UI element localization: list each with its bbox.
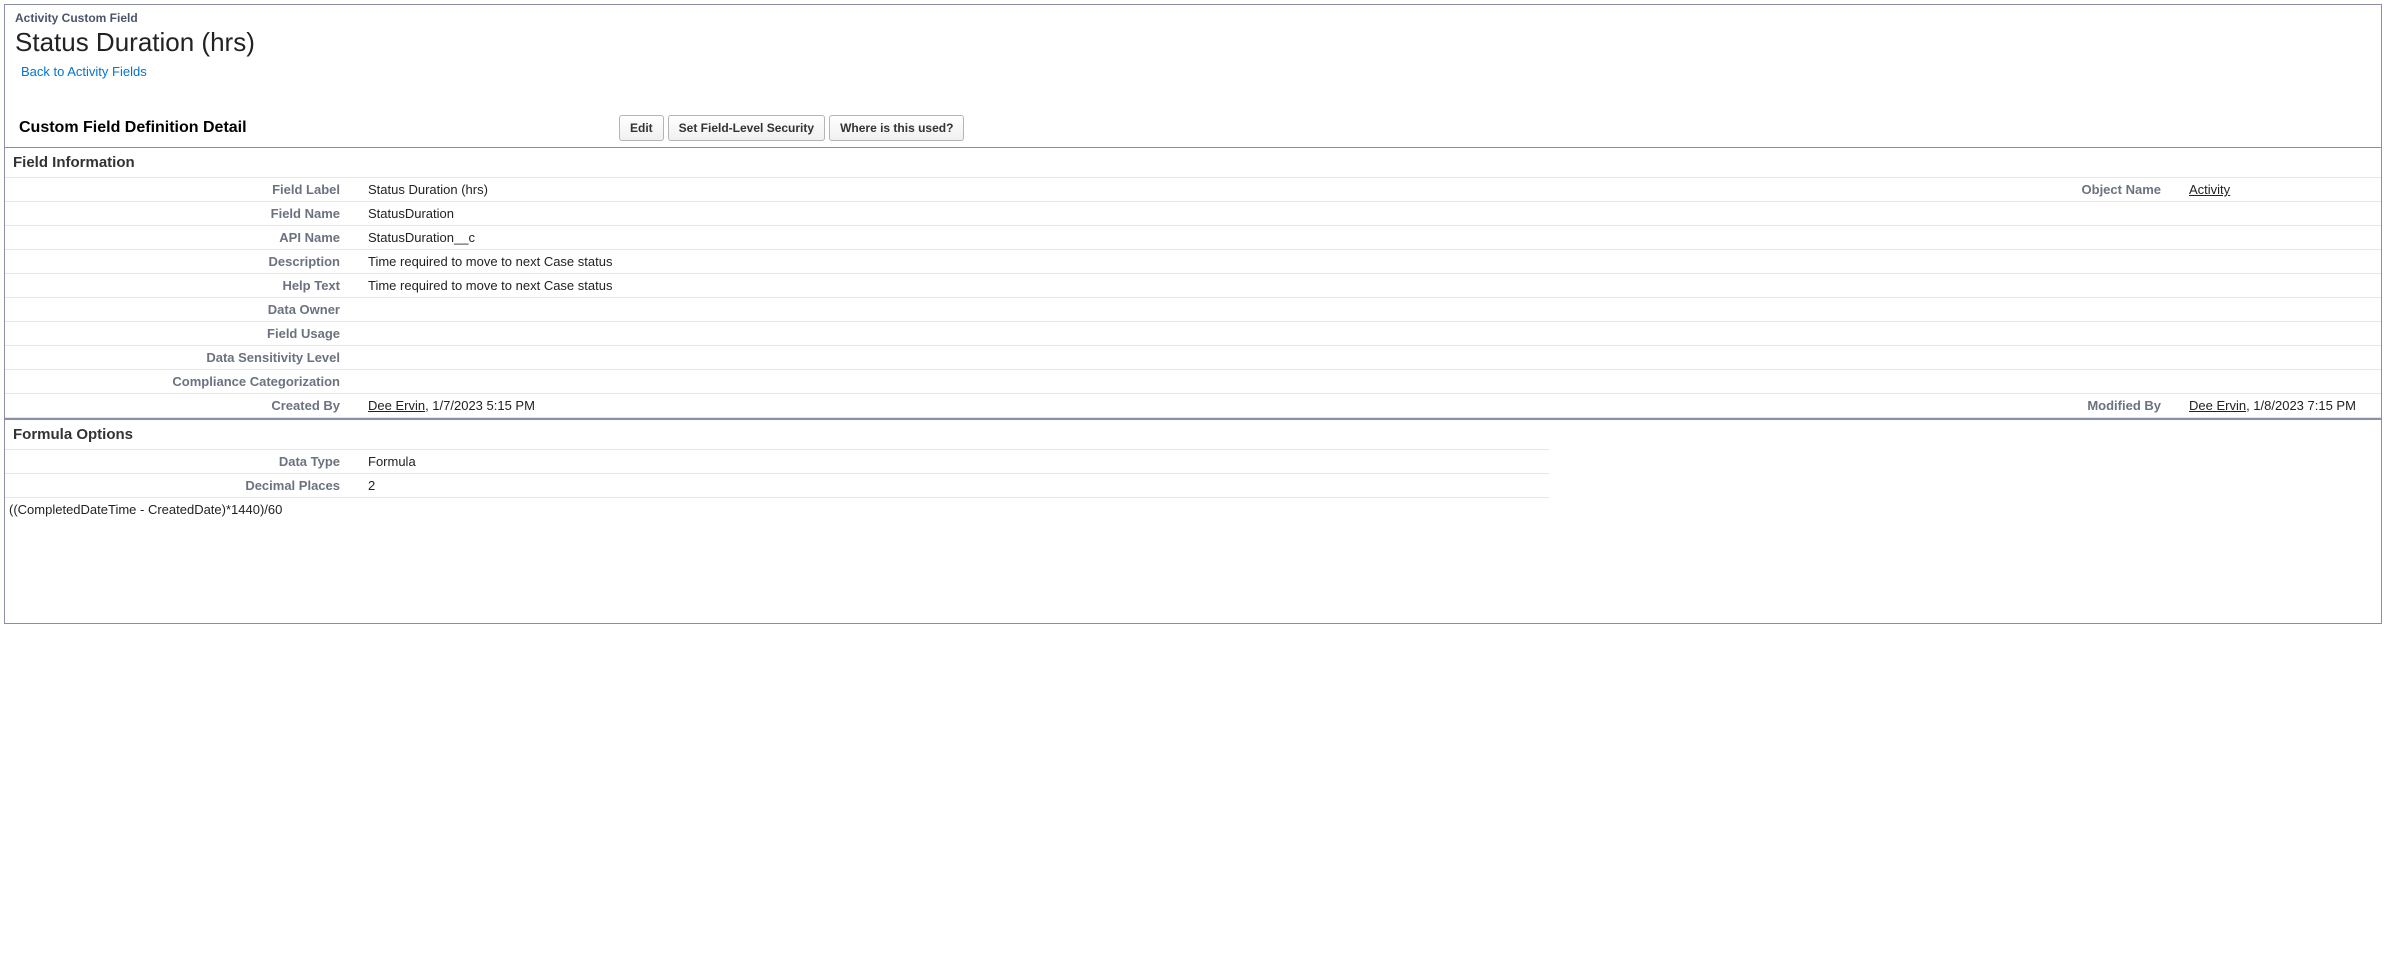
- edit-button[interactable]: Edit: [619, 115, 664, 141]
- label-data-type: Data Type: [5, 450, 360, 474]
- breadcrumb: Activity Custom Field: [15, 11, 2371, 25]
- field-row: Field Usage: [5, 322, 2381, 346]
- field-row: Data Type Formula: [5, 450, 1549, 474]
- field-row: Data Sensitivity Level: [5, 346, 2381, 370]
- field-row: Compliance Categorization: [5, 370, 2381, 394]
- field-row: Field Label Status Duration (hrs) Object…: [5, 178, 2381, 202]
- set-fls-button[interactable]: Set Field-Level Security: [668, 115, 825, 141]
- field-row: Decimal Places 2: [5, 474, 1549, 498]
- created-by-user-link[interactable]: Dee Ervin: [368, 398, 425, 413]
- page-title: Status Duration (hrs): [15, 27, 2371, 58]
- field-row: Description Time required to move to nex…: [5, 250, 2381, 274]
- label-data-sensitivity: Data Sensitivity Level: [5, 346, 360, 370]
- value-field-usage: [360, 322, 2061, 346]
- value-data-type: Formula: [360, 450, 1549, 474]
- button-group: Edit Set Field-Level Security Where is t…: [619, 115, 964, 141]
- value-created-by: Dee Ervin, 1/7/2023 5:15 PM: [360, 394, 2061, 418]
- value-object-name: Activity: [2181, 178, 2381, 202]
- label-field-usage: Field Usage: [5, 322, 360, 346]
- value-field-name: StatusDuration: [360, 202, 2061, 226]
- label-field-name: Field Name: [5, 202, 360, 226]
- value-field-label: Status Duration (hrs): [360, 178, 2061, 202]
- back-link[interactable]: Back to Activity Fields: [21, 64, 147, 79]
- value-api-name: StatusDuration__c: [360, 226, 2061, 250]
- formula-expression: ((CompletedDateTime - CreatedDate)*1440)…: [5, 498, 2381, 521]
- field-row: Help Text Time required to move to next …: [5, 274, 2381, 298]
- label-compliance: Compliance Categorization: [5, 370, 360, 394]
- field-info-header: Field Information: [5, 148, 2381, 178]
- field-row: Data Owner: [5, 298, 2381, 322]
- label-object-name: Object Name: [2061, 178, 2181, 202]
- label-help-text: Help Text: [5, 274, 360, 298]
- formula-section: Formula Options Data Type Formula Decima…: [5, 418, 2381, 521]
- modified-by-user-link[interactable]: Dee Ervin: [2189, 398, 2246, 413]
- value-data-owner: [360, 298, 2061, 322]
- value-modified-by: Dee Ervin, 1/8/2023 7:15 PM: [2181, 394, 2381, 418]
- label-data-owner: Data Owner: [5, 298, 360, 322]
- section-header-title: Custom Field Definition Detail: [19, 119, 619, 137]
- value-decimal-places: 2: [360, 474, 1549, 498]
- created-by-date: , 1/7/2023 5:15 PM: [425, 398, 535, 413]
- section-header-row: Custom Field Definition Detail Edit Set …: [5, 109, 2381, 148]
- label-field-label: Field Label: [5, 178, 360, 202]
- modified-by-date: , 1/8/2023 7:15 PM: [2246, 398, 2356, 413]
- label-decimal-places: Decimal Places: [5, 474, 360, 498]
- value-help-text: Time required to move to next Case statu…: [360, 274, 2061, 298]
- page-container: Activity Custom Field Status Duration (h…: [4, 4, 2382, 624]
- object-name-link[interactable]: Activity: [2189, 182, 2230, 197]
- label-description: Description: [5, 250, 360, 274]
- field-info-table: Field Label Status Duration (hrs) Object…: [5, 178, 2381, 418]
- label-api-name: API Name: [5, 226, 360, 250]
- value-description: Time required to move to next Case statu…: [360, 250, 2061, 274]
- formula-options-header: Formula Options: [5, 420, 2381, 449]
- field-row: Created By Dee Ervin, 1/7/2023 5:15 PM M…: [5, 394, 2381, 418]
- formula-options-table: Data Type Formula Decimal Places 2: [5, 449, 1549, 498]
- page-header: Activity Custom Field Status Duration (h…: [5, 5, 2381, 109]
- label-modified-by: Modified By: [2061, 394, 2181, 418]
- field-row: Field Name StatusDuration: [5, 202, 2381, 226]
- field-row: API Name StatusDuration__c: [5, 226, 2381, 250]
- label-created-by: Created By: [5, 394, 360, 418]
- value-data-sensitivity: [360, 346, 2061, 370]
- value-compliance: [360, 370, 2061, 394]
- where-used-button[interactable]: Where is this used?: [829, 115, 964, 141]
